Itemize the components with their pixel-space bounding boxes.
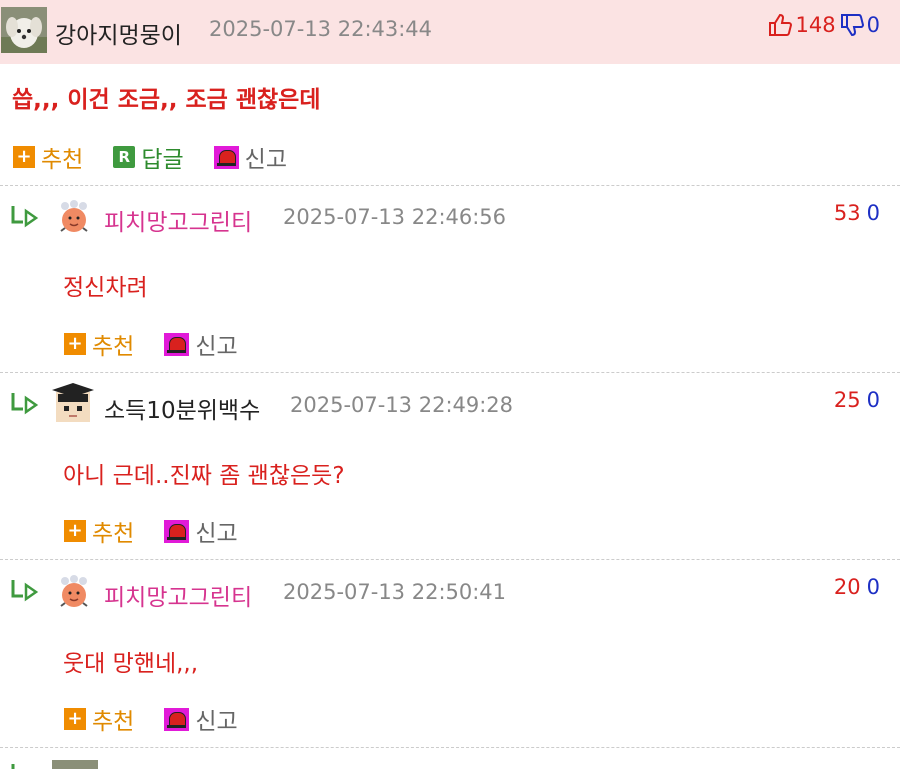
reply-arrow-icon	[11, 206, 39, 228]
thumbs-up-icon[interactable]	[768, 13, 792, 37]
post-actions: + 추천 R 답글 신고	[13, 140, 317, 174]
reply-timestamp: 2025-07-13 22:49:28	[290, 393, 514, 417]
recommend-label: 추천	[92, 521, 135, 547]
reply-upvote-count[interactable]: 25	[834, 388, 861, 412]
post-header: 강아지멍뭉이 2025-07-13 22:43:44 148 0	[0, 0, 900, 64]
reply-downvote-count[interactable]: 0	[867, 388, 880, 412]
reply-button[interactable]: R 답글	[113, 140, 184, 174]
reply-downvote-count[interactable]: 0	[867, 201, 880, 225]
post-downvote-count: 0	[866, 13, 880, 37]
recommend-button[interactable]: + 추천	[13, 140, 83, 174]
reply-author[interactable]: 소득10분위백수	[104, 391, 260, 425]
siren-icon	[164, 519, 190, 543]
peach-avatar[interactable]	[55, 573, 93, 611]
reply-arrow-icon	[11, 764, 15, 769]
siren-icon	[164, 332, 190, 356]
reply-actions: + 추천 신고	[64, 327, 268, 361]
reply-arrow-icon	[11, 580, 39, 602]
recommend-label: 추천	[92, 709, 135, 735]
recommend-button[interactable]: + 추천	[64, 327, 134, 361]
reply-icon: R	[113, 146, 136, 168]
reply-actions: + 추천 신고	[64, 514, 268, 548]
report-button[interactable]: 신고	[213, 140, 287, 174]
reply-votes: 53 0	[834, 201, 880, 225]
divider	[0, 185, 900, 186]
divider	[0, 372, 900, 373]
plus-icon: +	[64, 520, 86, 542]
reply-author[interactable]: 피치망고그린티	[104, 578, 252, 612]
plus-icon: +	[64, 708, 86, 730]
reply-upvote-count[interactable]: 20	[834, 575, 861, 599]
plus-icon: +	[13, 146, 35, 168]
report-label: 신고	[195, 334, 238, 360]
plus-icon: +	[64, 333, 86, 355]
report-button[interactable]: 신고	[164, 514, 238, 548]
puppy-avatar[interactable]	[1, 7, 47, 53]
reply-text: 아니 근데..진짜 좀 괜찮은듯?	[63, 463, 345, 489]
reply-timestamp: 2025-07-13 22:46:56	[283, 205, 507, 229]
post-votes: 148 0	[768, 13, 880, 37]
recommend-label: 추천	[92, 334, 135, 360]
thumbs-down-icon[interactable]	[840, 13, 864, 37]
reply-text: 웃대 망핸네,,,	[63, 651, 199, 677]
reply-votes: 20 0	[834, 575, 880, 599]
reply-text: 정신차려	[63, 275, 148, 301]
post-upvote-count: 148	[795, 13, 836, 37]
reply-downvote-count[interactable]: 0	[867, 575, 880, 599]
divider	[0, 559, 900, 560]
report-button[interactable]: 신고	[164, 702, 238, 736]
post-author[interactable]: 강아지멍뭉이	[55, 16, 182, 50]
report-label: 신고	[244, 147, 287, 173]
reply-votes: 25 0	[834, 388, 880, 412]
graduate-avatar[interactable]	[52, 382, 94, 424]
reply-arrow-icon	[11, 393, 39, 415]
reply-label: 답글	[141, 147, 184, 173]
report-button[interactable]: 신고	[164, 327, 238, 361]
divider	[0, 747, 900, 748]
reply-author[interactable]: 피치망고그린티	[104, 203, 252, 237]
recommend-label: 추천	[41, 147, 84, 173]
peach-avatar[interactable]	[55, 198, 93, 236]
recommend-button[interactable]: + 추천	[64, 702, 134, 736]
post-text: 씁,,, 이건 조금,, 조금 괜찮은데	[12, 87, 321, 113]
reply-timestamp: 2025-07-13 22:50:41	[283, 580, 507, 604]
post-timestamp: 2025-07-13 22:43:44	[209, 17, 433, 41]
reply-upvote-count[interactable]: 53	[834, 201, 861, 225]
report-label: 신고	[195, 521, 238, 547]
reply-actions: + 추천 신고	[64, 702, 268, 736]
recommend-button[interactable]: + 추천	[64, 514, 134, 548]
siren-icon	[213, 145, 239, 169]
siren-icon	[164, 707, 190, 731]
report-label: 신고	[195, 709, 238, 735]
partial-avatar	[52, 760, 98, 769]
